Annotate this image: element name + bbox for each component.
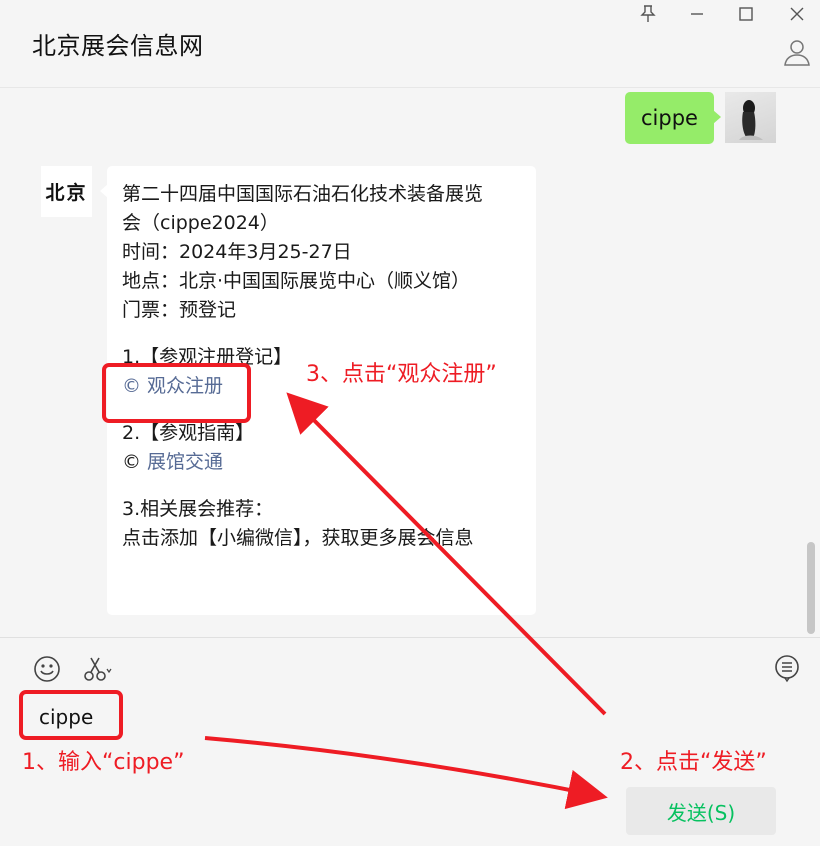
step2-annotation: 2、点击“发送” — [620, 750, 767, 775]
step3-annotation: 3、点击“观众注册” — [306, 362, 497, 387]
emoji-icon[interactable] — [32, 654, 62, 684]
close-icon[interactable] — [786, 3, 808, 25]
title-bar: 北京展会信息网 — [0, 0, 820, 88]
message-line: 第二十四届中国国际石油石化技术装备展览 — [122, 183, 484, 205]
step1-annotation: 1、输入“cippe” — [22, 750, 185, 775]
send-button[interactable]: 发送(S) — [626, 787, 776, 835]
scrollbar[interactable] — [807, 542, 815, 634]
highlight-registration-box — [102, 363, 251, 423]
highlight-input-box — [19, 690, 123, 740]
section2-title: 2.【参观指南】 — [122, 422, 255, 444]
pin-icon[interactable] — [637, 3, 659, 25]
message-line: 时间：2024年3月25-27日 — [122, 241, 352, 263]
chat-history-icon[interactable] — [772, 653, 802, 683]
scissors-icon[interactable] — [82, 654, 112, 684]
message-line: 会（cippe2024） — [122, 212, 279, 234]
minimize-icon[interactable] — [686, 3, 708, 25]
official-account-avatar[interactable]: 北京 — [41, 166, 92, 217]
maximize-icon[interactable] — [735, 3, 757, 25]
sent-message-bubble[interactable]: cippe — [625, 92, 721, 144]
section3-text: 点击添加【小编微信】，获取更多展会信息 — [122, 527, 474, 549]
section3-title: 3.相关展会推荐： — [122, 498, 274, 520]
message-line: 地点：北京·中国国际展览中心（顺义馆） — [122, 270, 471, 292]
message-line: 门票：预登记 — [122, 299, 237, 321]
venue-traffic-link[interactable]: 展馆交通 — [147, 451, 223, 473]
link-copyright-mark: © — [122, 451, 148, 473]
self-avatar[interactable] — [725, 92, 776, 143]
chat-title: 北京展会信息网 — [32, 32, 204, 60]
profile-icon[interactable] — [783, 38, 811, 66]
